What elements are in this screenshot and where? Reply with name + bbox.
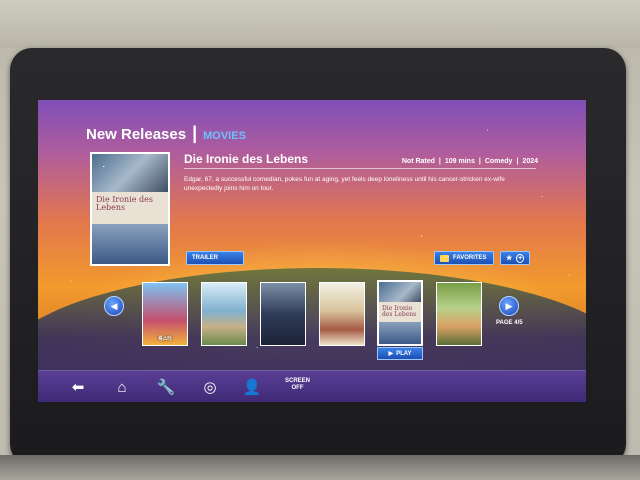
- meta-separator: |: [438, 158, 441, 165]
- poster-title-text: Die Ironie des Lebens: [96, 195, 153, 213]
- favorites-label: FAVORITES: [453, 255, 487, 261]
- wrench-icon[interactable]: 🔧: [156, 377, 176, 397]
- chevron-left-icon: ◀: [110, 300, 118, 311]
- title-divider: [184, 168, 536, 169]
- mini-poster-photo-top: [379, 282, 421, 302]
- screen-off-line1: SCREEN: [285, 378, 311, 384]
- play-icon: ▶: [388, 351, 394, 357]
- trailer-label: TRAILER: [192, 255, 218, 261]
- featured-meta: Not Rated | 109 mins | Comedy | 2024: [402, 158, 538, 165]
- home-icon[interactable]: ⌂: [112, 377, 132, 397]
- page-indicator: PAGE 4/5: [496, 320, 523, 326]
- play-button[interactable]: ▶ PLAY: [377, 347, 423, 360]
- category-label[interactable]: MOVIES: [203, 130, 246, 142]
- meta-separator: |: [478, 158, 481, 165]
- featured-title: Die Ironie des Lebens: [184, 152, 309, 166]
- poster-photo-bottom: [92, 224, 168, 264]
- back-arrow-icon[interactable]: ⬅: [68, 377, 88, 397]
- featured-poster[interactable]: Die Ironie des Lebens: [90, 152, 170, 266]
- screen-off-button[interactable]: SCREEN OFF: [285, 378, 310, 392]
- featured-synopsis: Edgar, 67, a successful comedian, pokes …: [184, 176, 505, 192]
- carousel-prev-button[interactable]: ◀: [104, 296, 124, 316]
- add-favorite-button[interactable]: ★ +: [500, 251, 530, 265]
- page-header: New Releases | MOVIES: [86, 124, 246, 143]
- carousel-item-label: 록스타: [158, 336, 172, 342]
- meta-separator: |: [516, 158, 519, 165]
- carousel-item[interactable]: [319, 282, 365, 346]
- screen-off-line2: OFF: [291, 385, 304, 392]
- mini-poster-photo-bottom: [379, 322, 421, 344]
- carousel-item-label: Die Ironie des Lebens: [382, 305, 417, 319]
- page-title: New Releases: [86, 126, 187, 143]
- play-label: PLAY: [396, 350, 412, 357]
- poster-photo-top: [92, 154, 168, 192]
- meta-rating: Not Rated: [401, 158, 435, 165]
- entertainment-screen: New Releases | MOVIES Die Ironie des Leb…: [38, 100, 586, 402]
- plus-icon: +: [516, 253, 524, 263]
- favorites-icon: [440, 254, 449, 262]
- carousel-item[interactable]: [436, 282, 482, 346]
- carousel-item[interactable]: [201, 282, 247, 346]
- bottom-nav-bar: ⬅ ⌂ 🔧 ◎ 👤 SCREEN OFF: [38, 370, 586, 402]
- star-icon: ★: [506, 255, 513, 262]
- seatback-top: [0, 0, 640, 48]
- header-separator: |: [192, 123, 198, 143]
- favorites-button[interactable]: FAVORITES: [434, 251, 494, 265]
- seatback-bottom: [0, 455, 640, 480]
- meta-genre: Comedy: [484, 158, 513, 165]
- meta-duration: 109 mins: [444, 158, 475, 165]
- trailer-button[interactable]: TRAILER: [186, 251, 244, 265]
- meta-year: 2024: [522, 158, 538, 165]
- compass-icon[interactable]: ◎: [200, 377, 220, 397]
- attendant-call-icon[interactable]: 👤: [242, 377, 262, 397]
- chevron-right-icon: ▶: [505, 300, 513, 311]
- carousel-item[interactable]: [260, 282, 306, 346]
- carousel-item-selected[interactable]: Die Ironie des Lebens: [377, 280, 423, 346]
- carousel-next-button[interactable]: ▶: [499, 296, 519, 316]
- carousel-item[interactable]: 록스타: [142, 282, 188, 346]
